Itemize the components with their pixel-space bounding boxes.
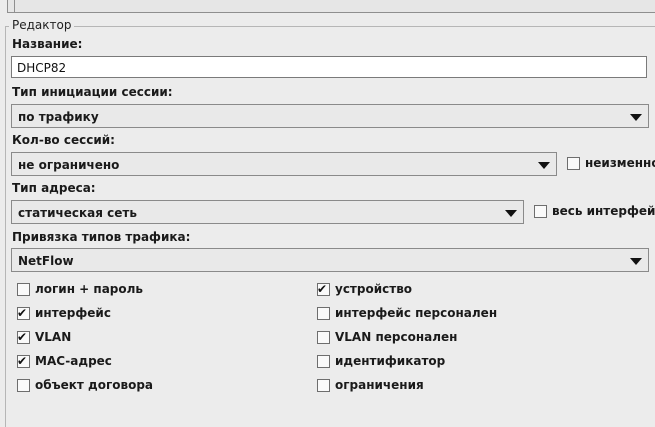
traffic-binding-label: Привязка типов трафика: [12,230,191,244]
name-input[interactable]: DHCP82 [11,56,647,78]
checkbox-box[interactable] [534,205,547,218]
session-init-value: по трафику [18,110,99,124]
traffic-binding-value: NetFlow [18,254,74,268]
chevron-down-icon [630,258,642,265]
top-panel-divider [8,0,15,12]
checkbox-box[interactable]: ✔ [17,354,30,368]
option-label: интерфейс [35,306,111,320]
check-icon: ✔ [17,306,28,320]
option-label: объект договора [35,378,154,392]
checkbox-box[interactable]: ✔ [17,306,30,320]
checkbox-box[interactable] [317,379,330,392]
session-count-value: не ограничено [18,158,120,172]
check-icon: ✔ [17,330,28,344]
option-label: ограничения [335,378,424,392]
checkbox-box[interactable] [317,331,330,344]
check-icon: ✔ [17,354,28,368]
option-label: идентификатор [335,354,446,368]
name-label: Название: [12,37,83,51]
session-count-select[interactable]: не ограничено [11,152,557,176]
chevron-down-icon [630,114,642,121]
checkbox-box[interactable] [317,307,330,320]
address-type-label: Тип адреса: [12,181,96,195]
session-init-select[interactable]: по трафику [11,104,649,128]
option-label: интерфейс персонален [335,306,498,320]
option-label: MAC-адрес [35,354,112,368]
checkbox-box[interactable] [17,379,30,392]
option-label: логин + пароль [35,282,144,296]
address-type-value: статическая сеть [18,206,137,220]
traffic-binding-select[interactable]: NetFlow [11,248,649,272]
checkbox-box[interactable] [567,157,580,170]
session-count-fixed-label: неизменно [585,156,655,170]
session-init-label: Тип инициации сессии: [12,85,173,99]
top-panel-edge [7,0,655,13]
chevron-down-icon [538,162,550,169]
option-label: устройство [335,282,413,296]
option-label: VLAN [35,330,72,344]
check-icon: ✔ [317,282,328,296]
option-label: VLAN персонален [335,330,458,344]
checkbox-box[interactable] [317,355,330,368]
chevron-down-icon [505,210,517,217]
checkbox-box[interactable] [17,283,30,296]
checkbox-box[interactable]: ✔ [317,282,330,296]
address-type-select[interactable]: статическая сеть [11,200,524,224]
editor-legend: Редактор [9,18,75,32]
session-count-label: Кол-во сессий: [12,133,115,147]
whole-interface-label: весь интерфейс [552,204,655,218]
checkbox-box[interactable]: ✔ [17,330,30,344]
